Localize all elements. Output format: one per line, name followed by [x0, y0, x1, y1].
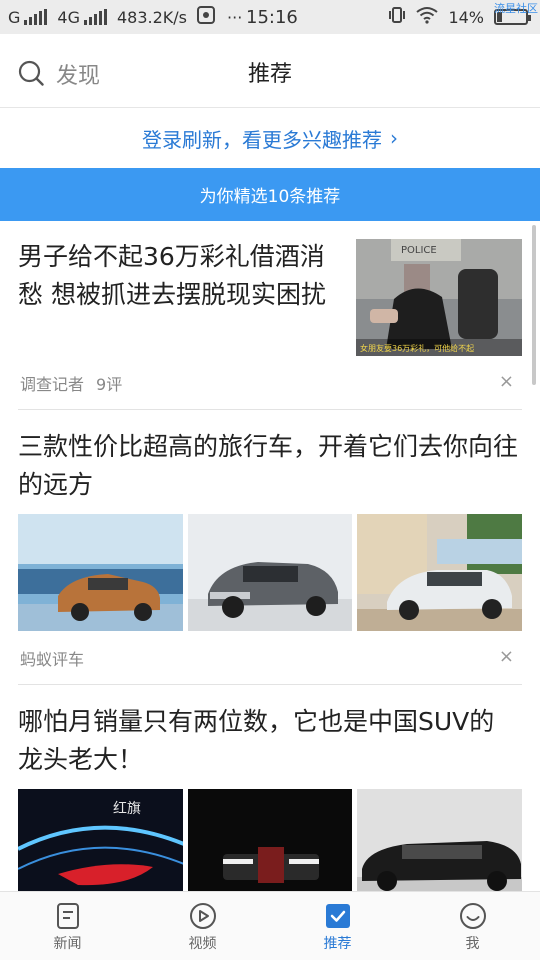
chevron-right-icon: › [390, 126, 398, 150]
scrollbar[interactable] [532, 225, 536, 385]
article-meta: 蚂蚁评车 [20, 646, 84, 670]
vibrate-icon [388, 6, 406, 28]
bottom-nav: 新闻 视频 推荐 我 [0, 891, 540, 960]
close-icon[interactable]: × [499, 646, 514, 667]
article-image[interactable] [357, 789, 523, 891]
article-title[interactable]: 男子给不起36万彩礼借酒消愁 想被抓进去摆脱现实困扰 [18, 238, 338, 314]
network-type-label: 4G [57, 7, 80, 27]
recommend-count-bar: 为你精选10条推荐 [0, 168, 540, 221]
recommend-count-text: 为你精选10条推荐 [199, 187, 341, 207]
video-icon [189, 903, 216, 929]
notification-icon [197, 6, 216, 28]
article-thumbnail[interactable]: POLICE 女朋友要36万彩礼，可他给不起 [356, 239, 522, 356]
tab-news[interactable]: 新闻 [0, 892, 135, 960]
article-image-row: 红旗 [18, 789, 523, 891]
article-image[interactable] [18, 514, 183, 631]
tab-video-label: 视频 [188, 936, 217, 952]
article-image[interactable] [187, 514, 353, 631]
tab-news-label: 新闻 [53, 936, 82, 952]
article-image[interactable] [187, 789, 353, 891]
list-item[interactable]: 男子给不起36万彩礼借酒消愁 想被抓进去摆脱现实困扰 POLICE 女朋友要36… [18, 221, 522, 410]
status-bar: G 4G 483.2K/s ··· 15:16 14% 流星社区 [0, 0, 540, 34]
login-banner-text: 登录刷新，看更多兴趣推荐 [142, 127, 382, 152]
list-item[interactable]: 三款性价比超高的旅行车，开着它们去你向往的远方 蚂蚁评车 × [18, 410, 523, 685]
me-icon [459, 903, 486, 929]
battery-percent: 14% [448, 7, 484, 27]
image-brand-text: 红旗 [113, 801, 141, 817]
thumb-police-sign: POLICE [401, 245, 437, 256]
news-feed[interactable]: 男子给不起36万彩礼借酒消愁 想被抓进去摆脱现实困扰 POLICE 女朋友要36… [0, 221, 540, 891]
tab-recommend[interactable]: 推荐 [270, 892, 405, 960]
carrier-label: G [8, 7, 21, 27]
page-title: 推荐 [247, 62, 292, 87]
article-title[interactable]: 哪怕月销量只有两位数，它也是中国SUV的龙头老大！ [18, 703, 518, 779]
article-meta: 调查记者 9评 [20, 371, 122, 395]
signal-icon [24, 9, 48, 25]
article-image[interactable] [357, 514, 523, 631]
wifi-icon [416, 6, 439, 28]
top-bar: 发现 推荐 [0, 34, 540, 108]
tab-me-label: 我 [465, 936, 480, 952]
tab-me[interactable]: 我 [405, 892, 540, 960]
login-refresh-banner[interactable]: 登录刷新，看更多兴趣推荐 › [0, 108, 540, 168]
watermark: 流星社区 [494, 2, 538, 15]
network-speed: 483.2K/s [116, 7, 188, 27]
clock: 15:16 [246, 7, 298, 28]
article-image[interactable]: 红旗 [18, 789, 183, 891]
tab-recommend-label: 推荐 [323, 936, 352, 952]
close-icon[interactable]: × [499, 371, 514, 392]
article-source: 蚂蚁评车 [20, 650, 85, 669]
article-image-row [18, 514, 523, 631]
news-icon [56, 903, 79, 929]
more-notifications-icon: ··· [227, 7, 243, 27]
article-title[interactable]: 三款性价比超高的旅行车，开着它们去你向往的远方 [18, 428, 518, 504]
thumb-caption: 女朋友要36万彩礼，可他给不起 [360, 343, 474, 353]
signal-icon-2 [83, 9, 107, 25]
tab-video[interactable]: 视频 [135, 892, 270, 960]
article-source: 调查记者 [20, 375, 85, 394]
list-item[interactable]: 哪怕月销量只有两位数，它也是中国SUV的龙头老大！ 红旗 [18, 685, 523, 891]
status-left: G 4G 483.2K/s ··· [8, 0, 242, 34]
recommend-icon [325, 904, 350, 928]
comment-count: 9评 [96, 375, 123, 394]
